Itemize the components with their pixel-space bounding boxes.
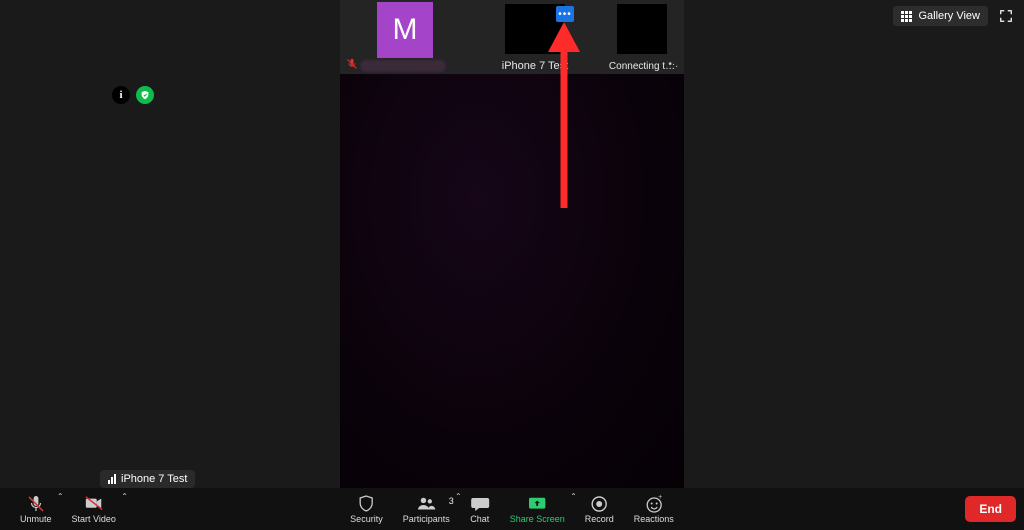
shield-icon [356, 495, 376, 513]
avatar: M [377, 2, 433, 58]
start-video-button[interactable]: Start Video ⌃ [62, 488, 126, 530]
participant-tile-3[interactable]: Connecting t… •·. [600, 0, 684, 74]
mic-muted-icon [26, 495, 46, 513]
toolbar-label: Start Video [72, 514, 116, 524]
meeting-toolbar: Unmute ⌃ Start Video ⌃ Security 3 Partic… [0, 488, 1024, 530]
toolbar-label: Record [585, 514, 614, 524]
grid-icon [901, 11, 912, 22]
reactions-button[interactable]: + Reactions [624, 488, 684, 530]
mic-muted-icon [346, 58, 358, 70]
toolbar-label: Reactions [634, 514, 674, 524]
meeting-info-badges: i [112, 86, 154, 104]
fullscreen-button[interactable] [996, 6, 1016, 26]
participant-name-redacted [360, 60, 446, 72]
gallery-view-label: Gallery View [918, 10, 980, 22]
participant-strip: M iPhone 7 Test Connecting t… •·. [340, 0, 684, 74]
avatar-initial: M [393, 13, 418, 47]
security-button[interactable]: Security [340, 488, 393, 530]
people-icon [416, 495, 436, 513]
toolbar-label: Security [350, 514, 383, 524]
encryption-shield-icon[interactable] [136, 86, 154, 104]
chevron-up-icon[interactable]: ⌃ [121, 492, 128, 501]
loading-dots-icon: •·. [668, 59, 678, 70]
participant-more-options-button[interactable]: ••• [556, 6, 574, 22]
svg-text:+: + [658, 494, 662, 501]
toolbar-label: Share Screen [510, 514, 565, 524]
end-meeting-button[interactable]: End [965, 496, 1016, 522]
participants-count: 3 [449, 496, 454, 506]
audio-source-label: iPhone 7 Test [121, 473, 187, 485]
camera-off-icon [84, 495, 104, 513]
toolbar-label: Chat [470, 514, 489, 524]
share-screen-button[interactable]: Share Screen ⌃ [500, 488, 575, 530]
toolbar-label: Unmute [20, 514, 52, 524]
video-thumbnail [617, 4, 667, 54]
audio-source-tooltip: iPhone 7 Test [100, 470, 195, 488]
record-button[interactable]: Record [575, 488, 624, 530]
fullscreen-icon [999, 9, 1013, 23]
record-icon [589, 495, 609, 513]
chat-button[interactable]: Chat [460, 488, 500, 530]
chat-icon [470, 495, 490, 513]
share-screen-icon [527, 495, 547, 513]
gallery-view-button[interactable]: Gallery View [893, 6, 988, 26]
unmute-button[interactable]: Unmute ⌃ [10, 488, 62, 530]
reactions-icon: + [644, 495, 664, 513]
meeting-info-icon[interactable]: i [112, 86, 130, 104]
participants-button[interactable]: 3 Participants ⌃ [393, 488, 460, 530]
toolbar-label: Participants [403, 514, 450, 524]
signal-bars-icon [108, 474, 116, 484]
participant-tile-1[interactable]: M [340, 0, 470, 74]
active-speaker-view [340, 74, 684, 490]
